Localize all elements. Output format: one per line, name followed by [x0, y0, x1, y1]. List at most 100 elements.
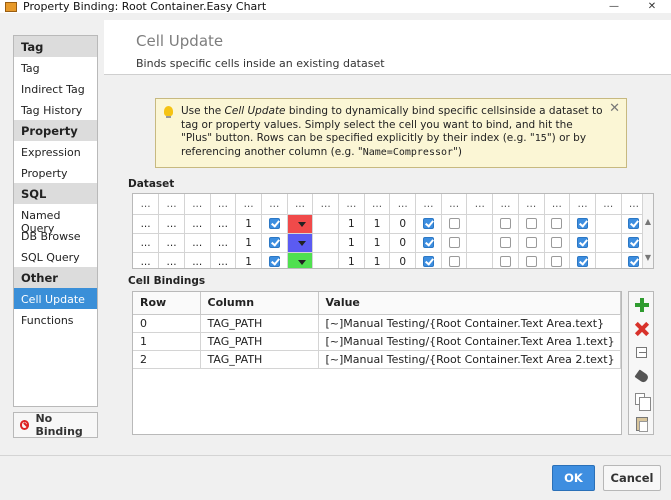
dataset-checkbox-cell[interactable] [518, 214, 545, 234]
dataset-cell[interactable]: ... [133, 233, 160, 253]
dataset-cell[interactable]: 0 [389, 214, 417, 234]
checked-checkbox-icon[interactable] [422, 218, 434, 229]
dataset-checkbox-cell[interactable] [441, 233, 468, 253]
dataset-cell[interactable]: ... [210, 252, 237, 268]
checked-checkbox-icon[interactable] [577, 256, 589, 267]
dataset-cell[interactable]: 1 [338, 233, 365, 253]
dataset-scrollbar[interactable]: ▲ ▼ [642, 194, 653, 268]
dataset-checkbox-cell[interactable] [544, 252, 571, 268]
dataset-cell[interactable]: 1 [364, 214, 391, 234]
dataset-column-header[interactable]: ... [235, 194, 262, 215]
dataset-checkbox-cell[interactable] [492, 233, 519, 253]
dataset-color-cell[interactable] [287, 252, 314, 268]
dataset-cell[interactable] [312, 214, 339, 234]
unchecked-checkbox-icon[interactable] [551, 256, 563, 267]
dataset-row[interactable]: ............ 1 1 1 0 [133, 252, 648, 268]
dataset-column-header[interactable]: ... [518, 194, 545, 215]
no-binding-button[interactable]: No Binding [13, 412, 98, 438]
dataset-cell[interactable]: 0 [389, 252, 417, 268]
copy-icon[interactable] [635, 393, 651, 411]
sidebar-item-tag-history[interactable]: Tag History [14, 99, 97, 120]
dataset-cell[interactable]: ... [184, 252, 211, 268]
cancel-button[interactable]: Cancel [603, 465, 661, 491]
unchecked-checkbox-icon[interactable] [448, 237, 460, 248]
dataset-cell[interactable]: ... [133, 252, 160, 268]
dataset-column-header[interactable]: ... [466, 194, 494, 215]
checked-checkbox-icon[interactable] [628, 218, 640, 229]
color-dropdown-icon[interactable] [287, 252, 313, 268]
unchecked-checkbox-icon[interactable] [525, 218, 537, 229]
dataset-checkbox-cell[interactable] [261, 252, 288, 268]
dataset-cell[interactable]: 0 [389, 233, 417, 253]
sidebar-item-named-query[interactable]: Named Query [14, 204, 97, 235]
sidebar-item-sql-query[interactable]: SQL Query [14, 246, 97, 267]
dataset-checkbox-cell[interactable] [492, 252, 519, 268]
dataset-checkbox-cell[interactable] [441, 214, 468, 234]
dataset-column-header[interactable]: ... [158, 194, 185, 215]
checked-checkbox-icon[interactable] [577, 218, 589, 229]
close-window-button[interactable]: ✕ [633, 0, 671, 13]
dataset-checkbox-cell[interactable] [544, 233, 571, 253]
dataset-checkbox-cell[interactable] [569, 252, 596, 268]
dataset-cell[interactable]: 1 [235, 252, 262, 268]
dataset-column-header[interactable]: ... [569, 194, 596, 215]
unchecked-checkbox-icon[interactable] [499, 237, 511, 248]
dataset-cell[interactable] [595, 233, 622, 253]
unchecked-checkbox-icon[interactable] [499, 218, 511, 229]
dataset-cell[interactable]: ... [184, 233, 211, 253]
dataset-cell[interactable]: 1 [364, 233, 391, 253]
cell-row[interactable]: 0 [133, 314, 201, 333]
dataset-checkbox-cell[interactable] [544, 214, 571, 234]
delete-icon[interactable] [635, 322, 649, 336]
dataset-cell[interactable] [466, 214, 494, 234]
dataset-cell[interactable]: 1 [338, 214, 365, 234]
checked-checkbox-icon[interactable] [268, 256, 280, 267]
sidebar-item-tag[interactable]: Tag [14, 57, 97, 78]
plus-icon[interactable] [635, 298, 649, 312]
checked-checkbox-icon[interactable] [268, 218, 280, 229]
dataset-column-header[interactable]: ... [210, 194, 237, 215]
unchecked-checkbox-icon[interactable] [525, 237, 537, 248]
dataset-column-header[interactable]: ... [338, 194, 365, 215]
color-dropdown-icon[interactable] [287, 233, 313, 252]
dataset-column-header[interactable]: ... [415, 194, 442, 215]
sidebar-item-expression[interactable]: Expression [14, 141, 97, 162]
unchecked-checkbox-icon[interactable] [525, 256, 537, 267]
cell-value[interactable]: [~]Manual Testing/{Root Container.Text A… [318, 350, 621, 369]
dataset-column-header[interactable]: ... [287, 194, 314, 215]
dataset-checkbox-cell[interactable] [261, 233, 288, 253]
dataset-cell[interactable]: 1 [338, 252, 365, 268]
dataset-cell[interactable]: ... [184, 214, 211, 234]
dataset-checkbox-cell[interactable] [518, 233, 545, 253]
checked-checkbox-icon[interactable] [628, 237, 640, 248]
unchecked-checkbox-icon[interactable] [551, 237, 563, 248]
column-header-value[interactable]: Value [318, 292, 621, 315]
dataset-color-cell[interactable] [287, 233, 314, 253]
dataset-row[interactable]: ............ 1 1 1 0 [133, 214, 648, 234]
dataset-checkbox-cell[interactable] [415, 252, 442, 268]
table-row[interactable]: 0 TAG_PATH [~]Manual Testing/{Root Conta… [133, 314, 621, 333]
dataset-column-header[interactable]: ... [595, 194, 622, 215]
dataset-column-header[interactable]: ... [133, 194, 160, 215]
unchecked-checkbox-icon[interactable] [499, 256, 511, 267]
cell-column[interactable]: TAG_PATH [200, 314, 319, 333]
edit-icon[interactable] [636, 347, 647, 358]
dataset-row[interactable]: ............ 1 1 1 0 [133, 233, 648, 253]
close-tip-icon[interactable]: ✕ [609, 102, 620, 116]
column-header-column[interactable]: Column [200, 292, 319, 315]
unchecked-checkbox-icon[interactable] [448, 218, 460, 229]
dataset-cell[interactable]: ... [210, 233, 237, 253]
dataset-cell[interactable]: ... [158, 214, 185, 234]
dataset-cell[interactable] [312, 233, 339, 253]
unchecked-checkbox-icon[interactable] [448, 256, 460, 267]
dataset-cell[interactable]: ... [210, 214, 237, 234]
ok-button[interactable]: OK [552, 465, 595, 491]
dataset-column-header[interactable]: ... [184, 194, 211, 215]
scroll-up-icon[interactable]: ▲ [643, 216, 653, 228]
dataset-checkbox-cell[interactable] [569, 233, 596, 253]
dataset-column-header[interactable]: ... [312, 194, 339, 215]
dataset-cell[interactable]: ... [158, 252, 185, 268]
dataset-cell[interactable]: 1 [235, 233, 262, 253]
table-row[interactable]: 1 TAG_PATH [~]Manual Testing/{Root Conta… [133, 332, 621, 351]
dataset-checkbox-cell[interactable] [492, 214, 519, 234]
